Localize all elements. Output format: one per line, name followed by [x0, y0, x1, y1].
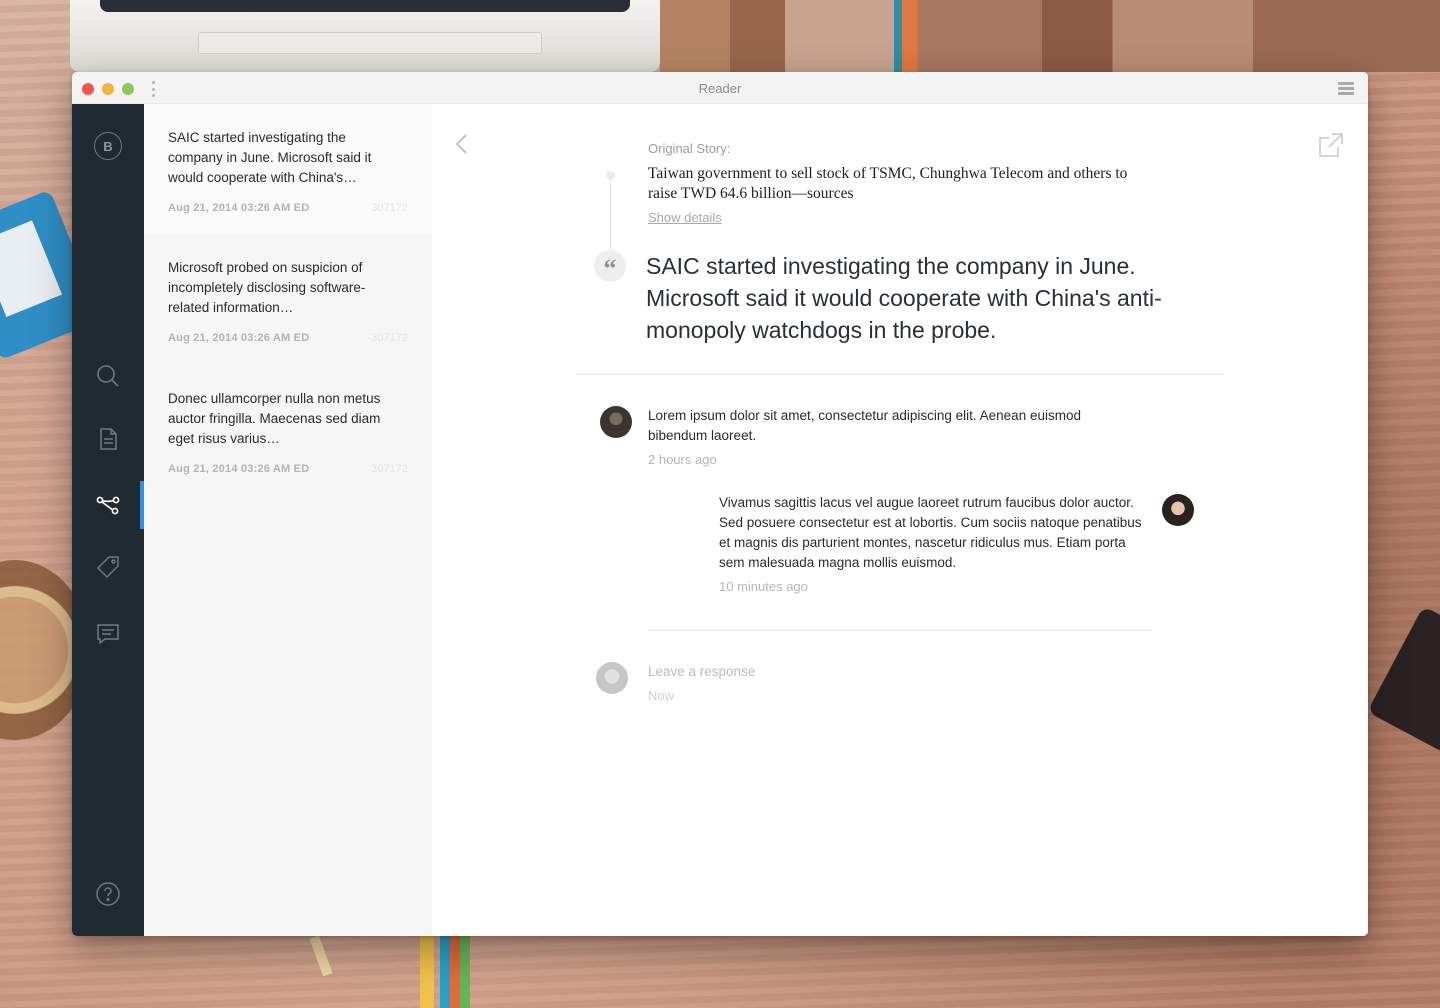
pencils-decoration [420, 936, 480, 1008]
comment-icon [97, 624, 119, 645]
list-item-date: Aug 21, 2014 03:26 AM ED [168, 463, 310, 475]
laptop-hinge-decoration [198, 32, 542, 54]
list-item[interactable]: Microsoft probed on suspicion of incompl… [144, 234, 432, 364]
reply-text: Vivamus sagittis lacus vel augue laoreet… [719, 495, 1142, 570]
open-external-icon[interactable] [1318, 132, 1344, 158]
help-icon [96, 882, 120, 906]
books-decoration [660, 0, 1440, 72]
story-list: SAIC started investigating the company i… [144, 104, 432, 936]
pen-decoration [309, 935, 333, 977]
list-item-excerpt: SAIC started investigating the company i… [168, 130, 372, 185]
list-item-date: Aug 21, 2014 03:26 AM ED [168, 202, 310, 214]
search-icon [97, 365, 119, 387]
original-story-title[interactable]: Taiwan government to sell stock of TSMC,… [648, 164, 1148, 204]
divider [576, 374, 1224, 375]
show-details-link[interactable]: Show details [648, 210, 722, 225]
reader-window: Reader B SAIC started investigating the … [72, 72, 1368, 936]
tag-icon [96, 556, 119, 579]
nav-item-documents[interactable] [72, 415, 144, 463]
nav-item-tags[interactable] [72, 543, 144, 591]
list-item-id: 307172 [371, 332, 408, 344]
brand-logo[interactable]: B [94, 132, 122, 160]
list-item-excerpt: Microsoft probed on suspicion of incompl… [168, 260, 366, 315]
list-item-id: 307172 [371, 202, 408, 214]
response-input[interactable] [648, 664, 1048, 679]
avatar [596, 662, 628, 694]
title-bar: Reader [72, 72, 1368, 104]
list-item[interactable]: SAIC started investigating the company i… [144, 104, 432, 234]
nav-item-comments[interactable] [72, 610, 144, 658]
avatar[interactable] [600, 406, 632, 438]
quote-icon: “ [594, 250, 626, 283]
document-icon [100, 428, 117, 450]
nav-item-help[interactable] [72, 870, 144, 918]
reply-time: 10 minutes ago [719, 579, 808, 594]
highlight-quote: SAIC started investigating the company i… [646, 253, 1162, 343]
list-item-id: 307172 [371, 463, 408, 475]
back-chevron-icon[interactable] [452, 132, 472, 156]
laptop-screen-decoration [100, 0, 630, 12]
menu-icon[interactable] [1338, 82, 1354, 95]
list-item-excerpt: Donec ullamcorper nulla non metus auctor… [168, 391, 381, 446]
reader-pane: Original Story: Taiwan government to sel… [432, 104, 1368, 936]
thread-line [610, 176, 611, 256]
original-story-label: Original Story: [648, 141, 731, 156]
nav-item-search[interactable] [72, 352, 144, 400]
divider [648, 630, 1152, 631]
response-time: Now [648, 688, 675, 703]
share-nodes-icon [96, 496, 120, 515]
list-item[interactable]: Donec ullamcorper nulla non metus auctor… [144, 365, 432, 495]
window-title: Reader [698, 81, 742, 96]
laptop-decoration [70, 0, 660, 72]
phone-decoration [1367, 605, 1440, 755]
list-item-date: Aug 21, 2014 03:26 AM ED [168, 332, 310, 344]
avatar[interactable] [1162, 494, 1194, 526]
comment-text: Lorem ipsum dolor sit amet, consectetur … [648, 408, 1081, 443]
nav-rail: B [72, 104, 144, 936]
comment-time: 2 hours ago [648, 452, 717, 467]
nav-item-connections[interactable] [72, 481, 144, 529]
